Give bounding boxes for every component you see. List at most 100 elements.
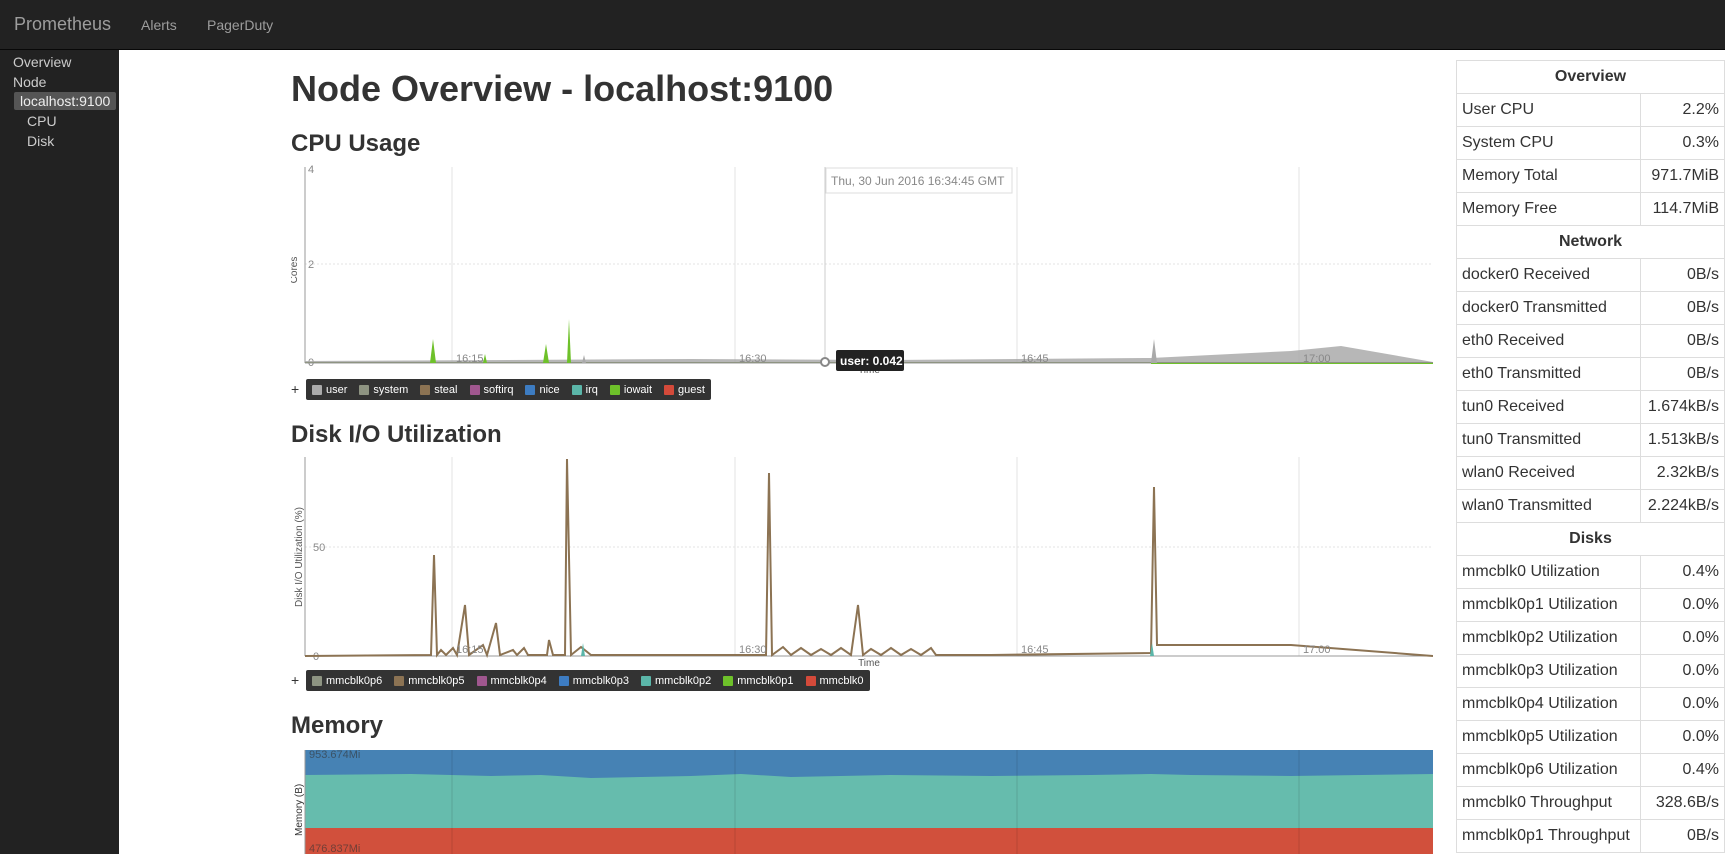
stats-value: 2.224kB/s <box>1639 489 1725 523</box>
stats-section-header: Overview <box>1456 60 1725 94</box>
legend-label: mmcblk0p4 <box>490 674 547 687</box>
memory-chart[interactable]: 953.674Mi 476.837Mi Memory (B) <box>291 748 1433 854</box>
disk-legend-toggle[interactable]: + <box>291 672 299 688</box>
stats-label: mmcblk0p1 Throughput <box>1456 819 1641 853</box>
legend-label: irq <box>585 383 598 396</box>
stats-row: mmcblk0p4 Utilization 0.0% <box>1456 687 1725 721</box>
cpu-legend-toggle[interactable]: + <box>291 381 299 397</box>
brand-link[interactable]: Prometheus <box>14 14 111 35</box>
cpu-xtick: 17:00 <box>1303 353 1331 365</box>
stats-section-header: Network <box>1456 225 1725 259</box>
legend-label: nice <box>539 383 560 396</box>
legend-item[interactable]: mmcblk0p3 <box>558 675 629 687</box>
cpu-system-spike <box>582 355 586 363</box>
disk-xlabel: Time <box>858 658 880 669</box>
stats-label: Memory Total <box>1456 159 1641 193</box>
disk-xtick: 16:30 <box>739 644 767 656</box>
stats-value: 0B/s <box>1639 324 1725 358</box>
stats-row: mmcblk0p1 Utilization 0.0% <box>1456 588 1725 622</box>
legend-label: softirq <box>483 383 514 396</box>
legend-swatch[interactable] <box>476 675 487 686</box>
legend-swatch[interactable] <box>558 675 569 686</box>
nav-alerts-link[interactable]: Alerts <box>141 17 177 33</box>
sidebar-item-localhost[interactable]: localhost:9100 <box>14 92 117 110</box>
cpu-usage-chart[interactable]: Cores 4 2 0 16:15 16:30 16:45 17:00 Time… <box>291 163 1433 373</box>
cpu-iowait-spike <box>567 319 571 363</box>
legend-item[interactable]: iowait <box>609 384 652 396</box>
cpu-system-spike <box>1151 339 1157 363</box>
legend-item[interactable]: mmcblk0p6 <box>312 675 382 687</box>
stats-label: mmcblk0p3 Utilization <box>1456 654 1641 688</box>
legend-swatch[interactable] <box>571 384 582 395</box>
disk-xtick: 17:00 <box>1303 644 1331 656</box>
legend-item[interactable]: mmcblk0p5 <box>394 674 465 687</box>
legend-item[interactable]: steal <box>420 383 458 396</box>
legend-swatch[interactable] <box>805 675 816 686</box>
legend-swatch[interactable] <box>359 384 370 395</box>
stats-label: eth0 Received <box>1456 324 1641 358</box>
sidebar-item-disk[interactable]: Disk <box>27 133 54 149</box>
legend-swatch[interactable] <box>664 384 675 395</box>
memory-bottom-area <box>305 828 1433 854</box>
stats-row: tun0 Received 1.674kB/s <box>1456 390 1725 424</box>
stats-label: docker0 Transmitted <box>1456 291 1641 325</box>
legend-swatch[interactable] <box>312 384 322 395</box>
legend-swatch[interactable] <box>394 675 405 686</box>
stats-row: System CPU 0.3% <box>1456 126 1725 160</box>
stats-value: 2.32kB/s <box>1639 456 1725 490</box>
legend-item[interactable]: softirq <box>469 383 514 396</box>
stats-row: mmcblk0p1 Throughput 0B/s <box>1456 819 1725 853</box>
hover-point <box>820 357 830 367</box>
legend-label: mmcblk0p5 <box>408 674 465 687</box>
stats-row: docker0 Received 0B/s <box>1456 258 1725 292</box>
legend-swatch[interactable] <box>469 384 480 395</box>
stats-value: 0B/s <box>1639 357 1725 391</box>
sidebar-item-overview[interactable]: Overview <box>13 54 71 70</box>
stats-label: User CPU <box>1456 93 1641 127</box>
nav-pagerduty-link[interactable]: PagerDuty <box>207 17 273 33</box>
sidebar-item-node[interactable]: Node <box>13 74 46 90</box>
legend-label: steal <box>434 383 458 396</box>
legend-label: user <box>326 383 348 396</box>
cpu-iowait-area <box>1151 363 1433 364</box>
disk-section-title: Disk I/O Utilization <box>291 421 502 448</box>
legend-item[interactable]: mmcblk0p1 <box>723 675 794 687</box>
legend-item[interactable]: mmcblk0p2 <box>641 675 711 687</box>
stats-value: 328.6B/s <box>1639 786 1725 820</box>
stats-row: Memory Total 971.7MiB <box>1456 159 1725 193</box>
stats-label: Memory Free <box>1456 192 1641 226</box>
cpu-xtick: 16:30 <box>739 353 767 365</box>
hover-time: Thu, 30 Jun 2016 16:34:45 GMT <box>831 174 1005 188</box>
legend-item[interactable]: mmcblk0 <box>805 675 864 687</box>
stats-label: mmcblk0p1 Utilization <box>1456 588 1641 622</box>
legend-item[interactable]: guest <box>664 384 705 396</box>
cpu-xtick: 16:15 <box>456 353 484 365</box>
legend-item[interactable]: system <box>359 384 408 396</box>
stats-label: eth0 Transmitted <box>1456 357 1641 391</box>
cpu-xtick: 16:45 <box>1021 353 1049 365</box>
disk-io-chart[interactable]: Disk I/O Utilization (%) 50 0 16:15 16:3… <box>291 455 1433 670</box>
stats-label: wlan0 Transmitted <box>1456 489 1641 523</box>
legend-swatch[interactable] <box>420 384 431 395</box>
sidebar-item-cpu[interactable]: CPU <box>27 113 57 129</box>
disk-xtick: 16:45 <box>1021 644 1049 656</box>
memory-ytick: 953.674Mi <box>309 749 360 761</box>
legend-swatch[interactable] <box>312 675 322 686</box>
memory-ylabel: Memory (B) <box>294 784 305 836</box>
legend-swatch[interactable] <box>723 675 734 686</box>
legend-swatch[interactable] <box>525 384 536 395</box>
cpu-iowait-spike <box>430 339 436 363</box>
cpu-legend: user system steal softirq nice irq iowait guest <box>306 379 711 400</box>
stats-row: mmcblk0 Throughput 328.6B/s <box>1456 786 1725 820</box>
legend-item[interactable]: irq <box>571 383 598 396</box>
legend-item[interactable]: nice <box>525 383 560 396</box>
stats-label: mmcblk0p6 Utilization <box>1456 753 1641 787</box>
legend-swatch[interactable] <box>609 384 620 395</box>
legend-swatch[interactable] <box>641 675 651 686</box>
legend-item[interactable]: mmcblk0p4 <box>476 674 547 687</box>
disk-legend: mmcblk0p6 mmcblk0p5 mmcblk0p4 mmcblk0p3 mmcb… <box>306 670 870 691</box>
legend-item[interactable]: user <box>312 384 347 396</box>
stats-value: 0.0% <box>1639 687 1725 721</box>
stats-value: 0.0% <box>1639 621 1725 655</box>
cpu-ylabel: Cores <box>291 257 300 284</box>
